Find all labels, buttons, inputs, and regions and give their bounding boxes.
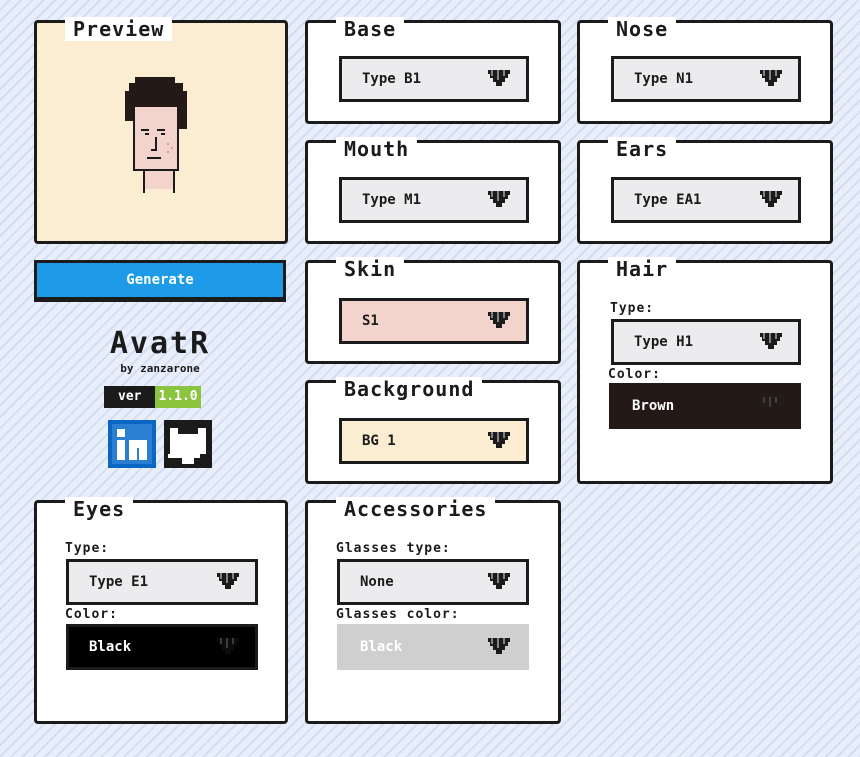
chevron-down-icon — [217, 638, 239, 654]
hair-type-value: Type H1 — [634, 334, 694, 350]
ears-value: Type EA1 — [634, 192, 702, 208]
chevron-down-icon — [488, 573, 510, 589]
accessories-title: Accessories — [336, 497, 496, 521]
background-select[interactable]: BG 1 — [339, 418, 529, 464]
hair-color-value: Brown — [632, 398, 675, 414]
base-title: Base — [336, 17, 405, 41]
chevron-down-icon — [760, 191, 782, 207]
glasses-color-value: Black — [360, 639, 403, 655]
eyes-type-label: Type: — [65, 541, 110, 556]
eyes-title: Eyes — [65, 497, 134, 521]
glasses-color-select[interactable]: Black — [337, 624, 529, 670]
version-value: 1.1.0 — [155, 386, 201, 408]
eyes-color-label: Color: — [65, 607, 118, 622]
mouth-value: Type M1 — [362, 192, 422, 208]
mouth-title: Mouth — [336, 137, 418, 161]
eyes-color-value: Black — [89, 639, 132, 655]
eyes-panel: Eyes Type: Type E1 Color: Black — [34, 497, 288, 724]
brand-author: by zanzarone — [120, 362, 200, 375]
accessories-panel: Accessories Glasses type: None Glasses c… — [305, 497, 561, 724]
chevron-down-icon — [488, 312, 510, 328]
skin-title: Skin — [336, 257, 405, 281]
base-value: Type B1 — [362, 71, 422, 87]
base-panel: Base Type B1 — [305, 17, 561, 124]
background-title: Background — [336, 377, 483, 401]
github-icon — [168, 428, 206, 464]
ears-title: Ears — [608, 137, 677, 161]
chevron-down-icon — [488, 638, 510, 654]
mouth-select[interactable]: Type M1 — [339, 177, 529, 223]
mouth-panel: Mouth Type M1 — [305, 137, 561, 244]
chevron-down-icon — [488, 432, 510, 448]
chevron-down-icon — [760, 397, 782, 413]
ears-select[interactable]: Type EA1 — [611, 177, 801, 223]
avatar-preview — [125, 77, 187, 193]
background-value: BG 1 — [362, 433, 396, 449]
version-badge: ver 1.1.0 — [104, 386, 201, 408]
glasses-type-select[interactable]: None — [337, 559, 529, 605]
hair-title: Hair — [608, 257, 677, 281]
hair-type-label: Type: — [610, 301, 655, 316]
skin-panel: Skin S1 — [305, 257, 561, 364]
glasses-color-label: Glasses color: — [336, 607, 460, 622]
preview-title: Preview — [65, 17, 173, 41]
eyes-color-select[interactable]: Black — [66, 624, 258, 670]
generate-button[interactable]: Generate — [34, 260, 286, 302]
chevron-down-icon — [488, 191, 510, 207]
chevron-down-icon — [217, 573, 239, 589]
glasses-type-value: None — [360, 574, 394, 590]
skin-select[interactable]: S1 — [339, 298, 529, 344]
hair-type-select[interactable]: Type H1 — [611, 319, 801, 365]
nose-select[interactable]: Type N1 — [611, 56, 801, 102]
nose-title: Nose — [608, 17, 677, 41]
eyes-type-select[interactable]: Type E1 — [66, 559, 258, 605]
chevron-down-icon — [760, 333, 782, 349]
skin-value: S1 — [362, 313, 379, 329]
linkedin-icon — [112, 424, 152, 464]
chevron-down-icon — [760, 70, 782, 86]
ears-panel: Ears Type EA1 — [577, 137, 833, 244]
eyes-type-value: Type E1 — [89, 574, 149, 590]
nose-value: Type N1 — [634, 71, 694, 87]
version-label: ver — [104, 386, 156, 408]
glasses-type-label: Glasses type: — [336, 541, 451, 556]
background-panel: Background BG 1 — [305, 377, 561, 484]
linkedin-link[interactable] — [108, 420, 156, 468]
hair-color-label: Color: — [608, 367, 661, 382]
brand-name: AvatR — [109, 326, 211, 361]
base-select[interactable]: Type B1 — [339, 56, 529, 102]
hair-panel: Hair Type: Type H1 Color: Brown — [577, 257, 833, 484]
github-link[interactable] — [164, 420, 212, 468]
nose-panel: Nose Type N1 — [577, 17, 833, 124]
preview-panel: Preview — [34, 17, 288, 244]
hair-color-select[interactable]: Brown — [609, 383, 801, 429]
chevron-down-icon — [488, 70, 510, 86]
